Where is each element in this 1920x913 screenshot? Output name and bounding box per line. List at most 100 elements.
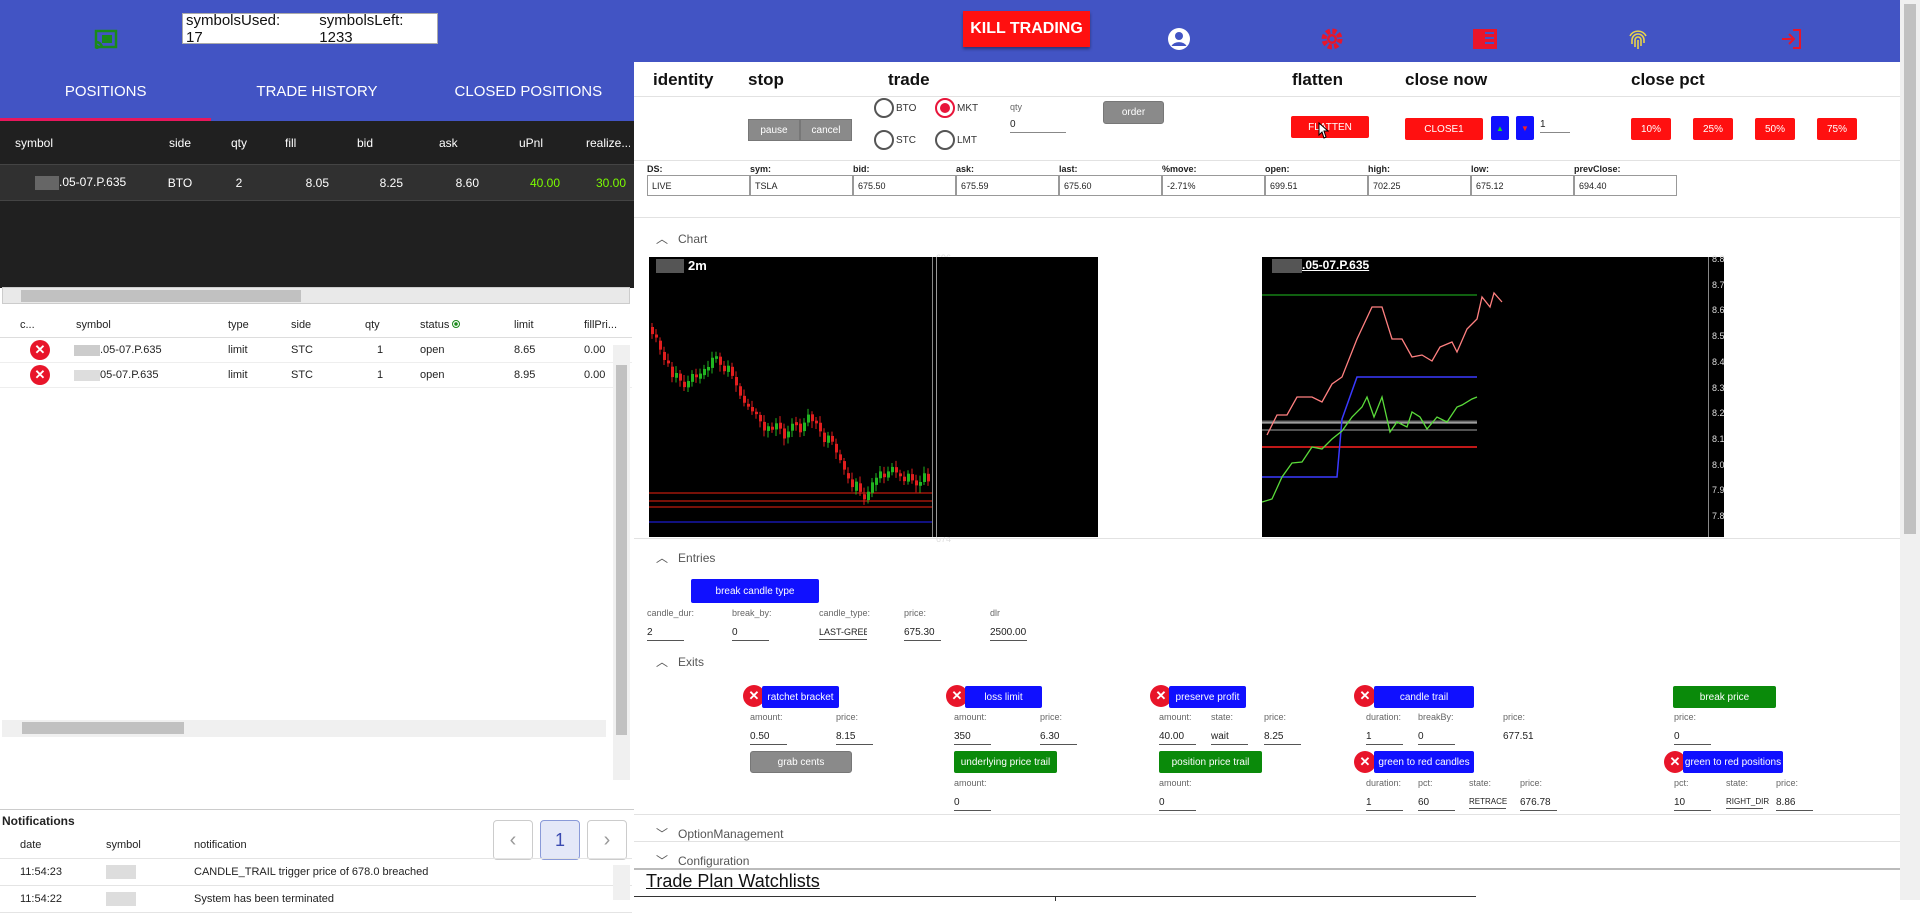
col-side[interactable]: side (145, 136, 209, 150)
col-cancel[interactable]: c... (0, 319, 58, 331)
break-price-input[interactable]: 0 (1674, 731, 1711, 745)
col-status[interactable]: status (408, 319, 492, 331)
col-qty[interactable]: qty (345, 319, 408, 331)
preserve-amount-input[interactable]: 40.00 (1159, 731, 1196, 745)
close-10pct-button[interactable]: 10% (1631, 118, 1671, 140)
underlying-trail-amount-input[interactable]: 0 (954, 797, 991, 811)
scroll-thumb[interactable] (21, 290, 301, 302)
book-icon[interactable] (1472, 26, 1498, 52)
g2r-state-input[interactable]: RETRACE (1469, 797, 1507, 809)
break-by-input[interactable]: 0 (732, 627, 769, 641)
green-to-red-positions-button[interactable]: green to red positions (1683, 751, 1783, 773)
col-symbol[interactable]: symbol (88, 839, 176, 851)
gear-icon[interactable] (1319, 26, 1345, 52)
order-button[interactable]: order (1103, 101, 1164, 124)
option-management-toggle[interactable]: ﹀ OptionManagement (656, 825, 783, 842)
candle-dur-input[interactable]: 2 (647, 627, 684, 641)
close-25pct-button[interactable]: 25% (1693, 118, 1733, 140)
table-row[interactable]: .05-07.P.635 BTO 2 8.05 8.25 8.60 40.00 … (0, 165, 634, 201)
col-type[interactable]: type (210, 319, 267, 331)
flatten-button[interactable]: FLATTEN (1291, 116, 1369, 138)
g2rp-pct-input[interactable]: 10 (1674, 797, 1711, 811)
close-75pct-button[interactable]: 75% (1817, 118, 1857, 140)
dlr-input[interactable]: 2500.00 (990, 627, 1027, 641)
exits-section-toggle[interactable]: ︿ Exits (656, 653, 704, 670)
green-to-red-candles-button[interactable]: green to red candles (1374, 751, 1474, 773)
underlying-price-trail-button[interactable]: underlying price trail (954, 751, 1057, 773)
break-candle-type-button[interactable]: break candle type (691, 579, 819, 603)
orders-vscroll[interactable] (613, 345, 630, 780)
price-input[interactable]: 675.30 (904, 627, 941, 641)
col-side[interactable]: side (267, 319, 345, 331)
loss-amount-input[interactable]: 350 (954, 731, 991, 745)
candle-trail-button[interactable]: candle trail (1374, 686, 1474, 708)
col-bid[interactable]: bid (345, 136, 409, 150)
bto-radio[interactable] (874, 98, 894, 118)
page-vscroll[interactable] (1900, 0, 1920, 900)
notifications-vscroll[interactable] (613, 865, 630, 900)
cancel-order-icon[interactable]: ✕ (30, 340, 50, 360)
cast-icon[interactable] (93, 27, 119, 53)
col-qty[interactable]: qty (209, 136, 263, 150)
close-50pct-button[interactable]: 50% (1755, 118, 1795, 140)
orders-hscroll[interactable] (2, 720, 606, 737)
decrease-icon[interactable]: ▼ (1516, 116, 1534, 140)
entries-section-toggle[interactable]: ︿ Entries (656, 549, 715, 566)
g2r-duration-input[interactable]: 1 (1366, 797, 1403, 811)
tab-closed-positions[interactable]: CLOSED POSITIONS (423, 62, 634, 121)
preserve-price-input[interactable]: 8.25 (1264, 731, 1301, 745)
scroll-thumb[interactable] (616, 365, 627, 735)
remove-green-red-candles-icon[interactable]: ✕ (1354, 751, 1376, 773)
underlying-chart[interactable]: 2m 696694692690688686684682680678676674 (649, 253, 951, 544)
configuration-toggle[interactable]: ﹀ Configuration (656, 852, 749, 869)
close-qty-input[interactable]: 1 (1540, 119, 1570, 133)
scroll-thumb[interactable] (1904, 4, 1916, 534)
kill-trading-button[interactable]: KILL TRADING (963, 11, 1090, 47)
lmt-radio[interactable] (935, 130, 955, 150)
candle-type-input[interactable]: LAST-GREE (819, 627, 867, 640)
pause-button[interactable]: pause (748, 119, 800, 141)
logout-icon[interactable] (1778, 26, 1804, 52)
ratchet-bracket-button[interactable]: ratchet bracket (762, 686, 839, 708)
chart-section-toggle[interactable]: ︿ Chart (656, 230, 707, 247)
table-row[interactable]: ✕ 05-07.P.635 limit STC 1 open 8.95 0.00 (0, 363, 632, 388)
tab-positions[interactable]: POSITIONS (0, 62, 212, 121)
account-icon[interactable] (1166, 26, 1192, 52)
preserve-profit-button[interactable]: preserve profit (1169, 686, 1246, 708)
col-upnl[interactable]: uPnl (493, 136, 570, 150)
col-limit[interactable]: limit (492, 319, 558, 331)
increase-icon[interactable]: ▲ (1491, 116, 1509, 140)
table-row[interactable]: ✕ .05-07.P.635 limit STC 1 open 8.65 0.0… (0, 338, 632, 363)
remove-candle-trail-icon[interactable]: ✕ (1354, 685, 1376, 707)
loss-price-input[interactable]: 6.30 (1040, 731, 1077, 745)
watchlists-title[interactable]: Trade Plan Watchlists (646, 871, 820, 892)
position-trail-amount-input[interactable]: 0 (1159, 797, 1196, 811)
qty-input[interactable]: 0 (1010, 119, 1066, 133)
grab-cents-button[interactable]: grab cents (750, 751, 852, 773)
g2rp-state-input[interactable]: RIGHT_DIR (1726, 797, 1769, 809)
col-fillprice[interactable]: fillPri... (558, 319, 628, 331)
cancel-order-icon[interactable]: ✕ (30, 365, 50, 385)
scroll-thumb[interactable] (22, 722, 184, 734)
fingerprint-icon[interactable] (1625, 26, 1651, 52)
col-symbol[interactable]: symbol (58, 319, 210, 331)
mkt-radio[interactable] (935, 98, 955, 118)
candle-duration-input[interactable]: 1 (1366, 731, 1403, 745)
tab-trade-history[interactable]: TRADE HISTORY (211, 62, 422, 121)
candle-breakby-input[interactable]: 0 (1418, 731, 1455, 745)
close1-button[interactable]: CLOSE1 (1405, 118, 1483, 140)
positions-hscroll[interactable] (2, 287, 630, 304)
col-realized[interactable]: realize... (570, 136, 630, 150)
ratchet-price-input[interactable]: 8.15 (836, 731, 873, 745)
loss-limit-button[interactable]: loss limit (965, 686, 1042, 708)
col-notification[interactable]: notification (176, 839, 616, 851)
ratchet-amount-input[interactable]: 0.50 (750, 731, 787, 745)
col-fill[interactable]: fill (263, 136, 345, 150)
option-chart[interactable]: .05-07.P.635 8.8 8.7 8.6 8.5 8.4 8.3 8.2 8.1 8.0… (1262, 254, 1725, 537)
position-price-trail-button[interactable]: position price trail (1159, 751, 1262, 773)
col-ask[interactable]: ask (409, 136, 493, 150)
preserve-state-input[interactable]: wait (1211, 731, 1248, 745)
stc-radio[interactable] (874, 130, 894, 150)
g2rp-price-input[interactable]: 8.86 (1776, 797, 1813, 811)
col-date[interactable]: date (0, 839, 88, 851)
